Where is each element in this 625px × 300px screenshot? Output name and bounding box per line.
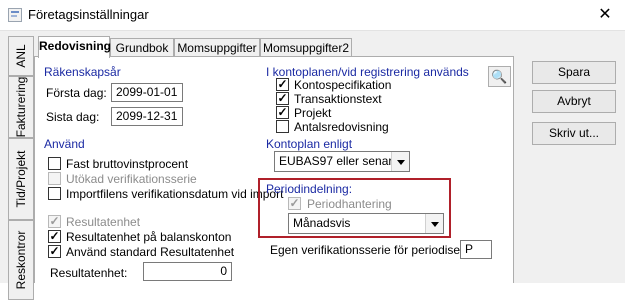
tab-grundbok[interactable]: Grundbok [110, 38, 174, 57]
egen-serie-input[interactable]: P [460, 240, 492, 259]
periodhantering-label: Periodhantering [307, 197, 392, 211]
kontoplan-select[interactable]: EUBAS97 eller senare [274, 151, 410, 172]
side-tab-anl[interactable]: ANL [8, 36, 34, 76]
settings-window: Företagsinställningar ✕ ANL Fakturering … [0, 0, 625, 300]
kontospecifikation-checkbox[interactable]: ✓ [276, 78, 289, 91]
kontoplan-section-heading: I kontoplanen/vid registrering används [266, 65, 469, 79]
periodindelning-select[interactable]: Månadsvis [288, 213, 444, 234]
cancel-button[interactable]: Avbryt [532, 90, 616, 113]
resultatenhet-balans-label: Resultatenhet på balanskonton [66, 230, 232, 244]
resultatenhet-balans-checkbox[interactable]: ✓ [48, 230, 61, 243]
side-tab-tid-projekt[interactable]: Tid/Projekt [8, 138, 34, 220]
side-tab-strip: ANL Fakturering Tid/Projekt Reskontror [8, 36, 34, 300]
tab-redovisning[interactable]: Redovisning [38, 36, 111, 58]
utokad-serie-checkbox[interactable] [48, 172, 61, 185]
print-button[interactable]: Skriv ut... [532, 122, 616, 145]
projekt-label: Projekt [294, 106, 332, 120]
rakenskapsar-heading: Räkenskapsår [44, 65, 121, 79]
app-icon [8, 8, 22, 22]
chevron-down-icon [425, 214, 443, 233]
import-datum-checkbox[interactable] [48, 187, 61, 200]
first-day-label: Första dag: [46, 86, 107, 100]
last-day-input[interactable]: 2099-12-31 [111, 107, 183, 126]
first-day-input[interactable]: 2099-01-01 [111, 83, 183, 102]
side-tab-reskontror[interactable]: Reskontror [8, 220, 34, 300]
save-button[interactable]: Spara [532, 61, 616, 84]
anvand-heading: Använd [44, 137, 85, 151]
close-button[interactable]: ✕ [590, 3, 620, 27]
transaktionstext-label: Transaktionstext [294, 92, 382, 106]
resultatenhet-label: Resultatenhet [66, 215, 141, 229]
import-datum-label: Importfilens verifikationsdatum vid impo… [66, 187, 284, 201]
periodhantering-checkbox[interactable]: ✓ [288, 197, 301, 210]
last-day-label: Sista dag: [46, 110, 100, 124]
kontospecifikation-label: Kontospecifikation [294, 78, 392, 92]
periodindelning-heading: Periodindelning: [266, 182, 353, 196]
standard-resultatenhet-label: Använd standard Resultatenhet [66, 245, 235, 259]
antalsredovisning-label: Antalsredovisning [294, 120, 389, 134]
find-button[interactable]: 🔍 [488, 66, 511, 87]
fast-bruttovinst-label: Fast bruttovinstprocent [66, 157, 189, 171]
projekt-checkbox[interactable]: ✓ [276, 106, 289, 119]
periodindelning-select-value: Månadsvis [293, 216, 351, 230]
tab-momsuppgifter[interactable]: Momsuppgifter [174, 38, 260, 57]
title-bar: Företagsinställningar ✕ [0, 0, 625, 31]
egen-serie-label: Egen verifikationsserie för periodiserin… [270, 243, 481, 257]
fast-bruttovinst-checkbox[interactable] [48, 157, 61, 170]
resultatenhet-input[interactable]: 0 [143, 262, 232, 281]
kontoplan-select-value: EUBAS97 eller senare [279, 154, 400, 168]
resultatenhet-field-label: Resultatenhet: [50, 266, 128, 280]
side-tab-fakturering[interactable]: Fakturering [8, 76, 34, 138]
transaktionstext-checkbox[interactable]: ✓ [276, 92, 289, 105]
binoculars-icon: 🔍 [491, 69, 508, 84]
window-title: Företagsinställningar [28, 7, 149, 22]
tab-momsuppgifter2[interactable]: Momsuppgifter2 [260, 38, 352, 57]
kontoplan-enligt-heading: Kontoplan enligt [266, 137, 353, 151]
standard-resultatenhet-checkbox[interactable]: ✓ [48, 245, 61, 258]
utokad-serie-label: Utökad verifikationsserie [66, 172, 197, 186]
resultatenhet-checkbox[interactable]: ✓ [48, 215, 61, 228]
antalsredovisning-checkbox[interactable] [276, 120, 289, 133]
chevron-down-icon [391, 152, 409, 171]
